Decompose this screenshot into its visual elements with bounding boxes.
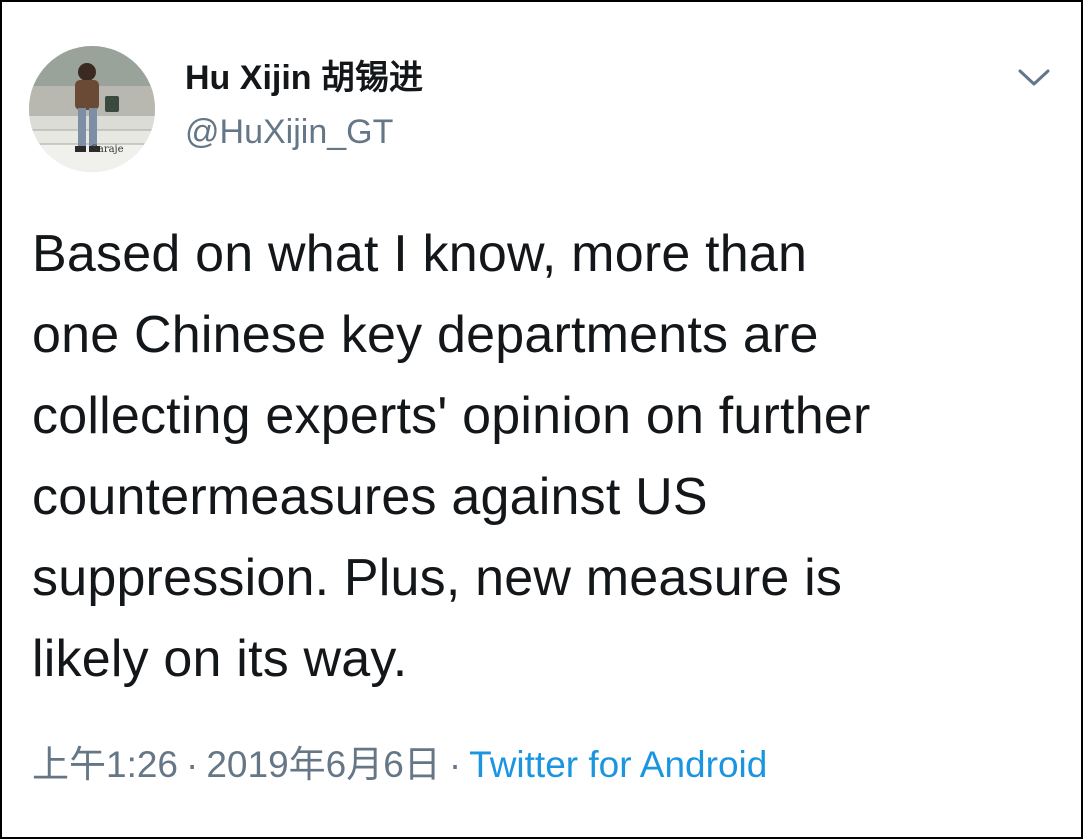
chevron-down-icon[interactable] xyxy=(1014,60,1054,94)
tweet-time[interactable]: 上午1:26 xyxy=(32,744,178,785)
avatar-caption: Saraje xyxy=(91,144,124,155)
tweet-text: Based on what I know, more than one Chin… xyxy=(32,225,871,688)
avatar[interactable]: Saraje xyxy=(29,46,155,172)
display-name[interactable]: Hu Xijin 胡锡进 xyxy=(185,58,423,98)
meta-separator: · xyxy=(448,744,462,785)
tweet-date[interactable]: 2019年6月6日 xyxy=(206,744,440,785)
tweet-meta: 上午1:26 · 2019年6月6日 · Twitter for Android xyxy=(32,742,767,788)
user-handle[interactable]: @HuXijin_GT xyxy=(185,112,393,152)
tweet-source-link[interactable]: Twitter for Android xyxy=(469,744,767,785)
tweet-card: Saraje Hu Xijin 胡锡进 @HuXijin_GT Based on… xyxy=(0,0,1083,839)
meta-separator: · xyxy=(186,744,199,785)
